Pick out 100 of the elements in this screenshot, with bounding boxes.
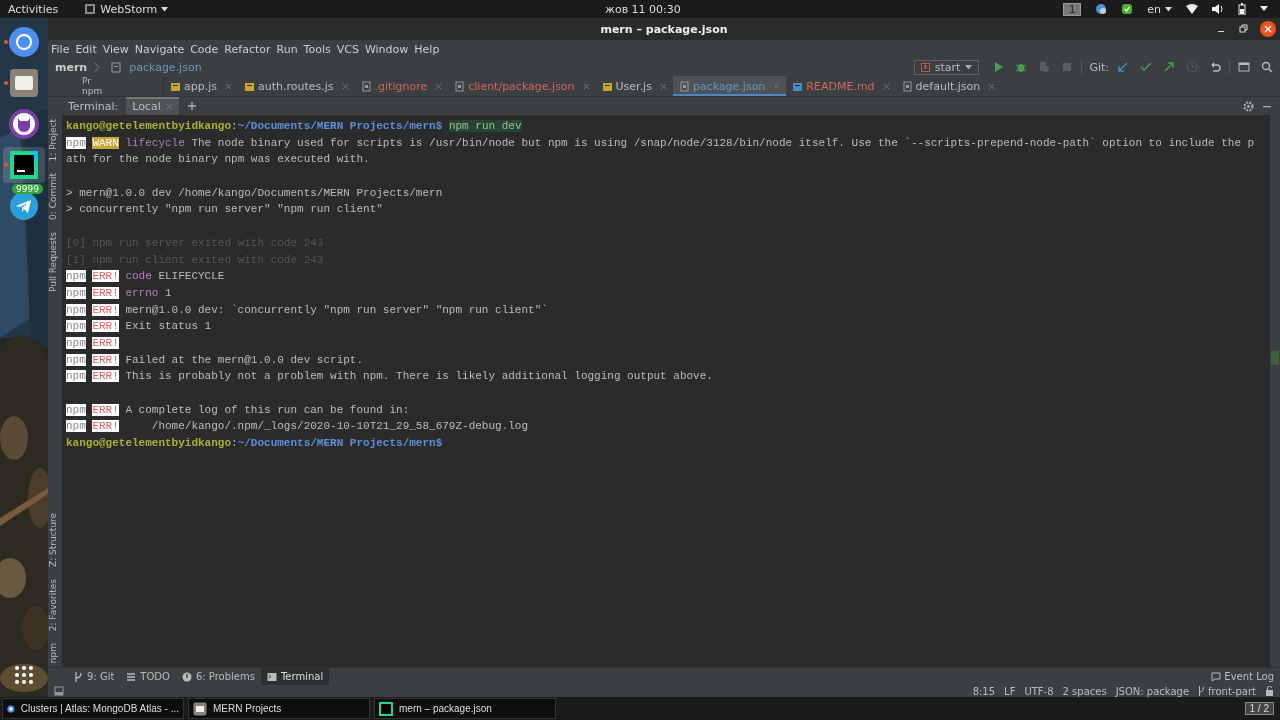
side-tab[interactable]: 1: Project — [48, 119, 62, 162]
breadcrumb-item[interactable]: package.json — [129, 60, 202, 74]
menu-item[interactable]: Window — [364, 42, 409, 56]
event-log-button[interactable]: Event Log — [1211, 671, 1274, 682]
volume-icon[interactable] — [1212, 4, 1224, 14]
npm-tag: npm — [66, 336, 86, 349]
run-config-dropdown[interactable]: start — [913, 59, 980, 75]
status-item[interactable]: UTF-8 — [1024, 685, 1054, 697]
level-tag: ERR! — [92, 403, 119, 416]
branch-icon — [1198, 686, 1206, 696]
file-icon — [454, 80, 466, 92]
status-item[interactable]: LF — [1004, 685, 1016, 697]
workspace-indicator[interactable]: 1 — [1062, 2, 1082, 16]
tool-window-tab[interactable]: 9: Git — [68, 668, 121, 685]
settings-icon[interactable] — [1243, 100, 1254, 112]
menu-item[interactable]: Run — [276, 42, 298, 56]
language-indicator[interactable]: en — [1147, 2, 1172, 16]
npm-tag: npm — [66, 403, 86, 416]
menu-item[interactable]: Refactor — [224, 42, 271, 56]
panel-item[interactable]: npm — [82, 86, 163, 96]
tool-window-tab[interactable]: 6: Problems — [175, 668, 261, 685]
taskbar-window[interactable]: mern – package.json — [374, 698, 556, 719]
status-item[interactable]: JSON: package — [1115, 685, 1190, 697]
app-grid-icon[interactable] — [14, 665, 34, 685]
folder-icon — [193, 701, 207, 716]
git-label: Git: — [1089, 60, 1109, 74]
editor-tab[interactable]: app.js — [164, 76, 238, 96]
npm-tag: npm — [66, 320, 86, 333]
level-tag: ERR! — [92, 286, 119, 299]
close-icon[interactable] — [1260, 21, 1276, 37]
side-tab[interactable]: 0: Commit — [48, 173, 62, 221]
app-icon — [84, 3, 97, 15]
file-icon — [170, 80, 181, 92]
menu-item[interactable]: File — [51, 42, 70, 56]
editor-tab[interactable]: client/package.json — [448, 76, 596, 96]
taskbar-window[interactable]: Clusters | Atlas: MongoDB Atlas - ... — [2, 698, 184, 719]
speech-bubble-icon — [1211, 671, 1222, 682]
menu-item[interactable]: Code — [190, 42, 219, 56]
side-tab[interactable]: Z: Structure — [48, 512, 62, 567]
file-icon — [360, 80, 372, 92]
side-tab[interactable]: npm — [48, 642, 62, 663]
menu-item[interactable]: Help — [414, 42, 440, 56]
breadcrumb-item[interactable]: mern — [55, 60, 88, 74]
menu-item[interactable]: Edit — [75, 42, 97, 56]
menu-item[interactable]: Tools — [303, 42, 331, 56]
menu-item[interactable]: View — [102, 42, 129, 56]
bug-icon[interactable] — [1015, 61, 1028, 73]
status-item[interactable]: 2 spaces — [1062, 685, 1107, 697]
arrow-icon[interactable] — [1163, 61, 1175, 73]
plus-icon[interactable] — [186, 101, 197, 111]
level-tag: ERR! — [92, 370, 119, 383]
arrow-icon[interactable] — [1117, 61, 1129, 73]
tool-window-tab[interactable]: Terminal — [260, 668, 330, 685]
panel-title[interactable]: Pr — [82, 76, 163, 86]
status-item[interactable]: 8:15 — [972, 685, 996, 697]
lock-icon[interactable] — [1265, 686, 1274, 696]
level-tag: ERR! — [92, 270, 119, 283]
folder-icon[interactable] — [9, 68, 39, 98]
output-line: ath for the node binary npm was executed with. — [66, 153, 370, 166]
session-tab[interactable]: Local — [126, 97, 179, 115]
browser-icon[interactable] — [8, 26, 40, 58]
side-tab[interactable]: Pull Requests — [48, 232, 62, 293]
caret-icon — [1165, 6, 1172, 12]
run-icon[interactable] — [992, 61, 1005, 73]
editor-tab[interactable]: auth.routes.js — [238, 76, 355, 96]
battery-icon[interactable] — [1238, 3, 1246, 15]
clock[interactable]: жов 11 00:30 — [605, 2, 681, 16]
editor-tab[interactable]: default.json — [895, 76, 1002, 96]
status-item[interactable]: front-part — [1198, 685, 1256, 697]
scroll-marker[interactable] — [1271, 351, 1279, 365]
editor-tab[interactable]: README.md — [786, 76, 896, 96]
output-line: > concurrently "npm run server" "npm run client" — [66, 203, 383, 216]
tool-window-tab[interactable]: TODO — [120, 668, 176, 685]
menu-item[interactable]: Navigate — [134, 42, 185, 56]
cat-icon[interactable] — [8, 108, 40, 140]
window-icon[interactable] — [1238, 61, 1250, 73]
activities-button[interactable]: Activities — [8, 2, 59, 16]
taskbar-window[interactable]: MERN Projects — [188, 698, 370, 719]
shield-icon[interactable] — [1121, 3, 1134, 15]
terminal-label: Terminal: — [68, 99, 119, 113]
level-tag: ERR! — [92, 353, 119, 366]
app-menu[interactable]: WebStorm — [84, 2, 169, 16]
undo-icon[interactable] — [1209, 61, 1221, 73]
workspace-pager[interactable]: 1 / 2 — [1244, 702, 1274, 715]
globe-icon[interactable] — [1095, 3, 1108, 15]
caret-icon[interactable] — [1260, 6, 1268, 12]
editor-tab[interactable]: User.js — [595, 76, 673, 96]
level-tag: ERR! — [92, 336, 119, 349]
side-tab[interactable]: 2: Favorites — [48, 578, 62, 631]
log-text: A complete log of this run can be found in: — [125, 403, 410, 416]
paper-plane-icon[interactable] — [9, 191, 39, 221]
search-icon[interactable] — [1261, 61, 1273, 73]
log-text: Failed at the mern@1.0.0 dev script. — [125, 353, 364, 366]
wifi-icon[interactable] — [1186, 4, 1198, 14]
panel-toggle-icon[interactable] — [54, 686, 64, 696]
menu-item[interactable]: VCS — [336, 42, 359, 56]
restore-icon[interactable] — [1238, 24, 1248, 34]
check-icon[interactable] — [1140, 61, 1152, 73]
file-icon — [792, 80, 804, 92]
log-text: This is probably not a problem with npm. There is likely additional logging output above. — [125, 370, 713, 383]
